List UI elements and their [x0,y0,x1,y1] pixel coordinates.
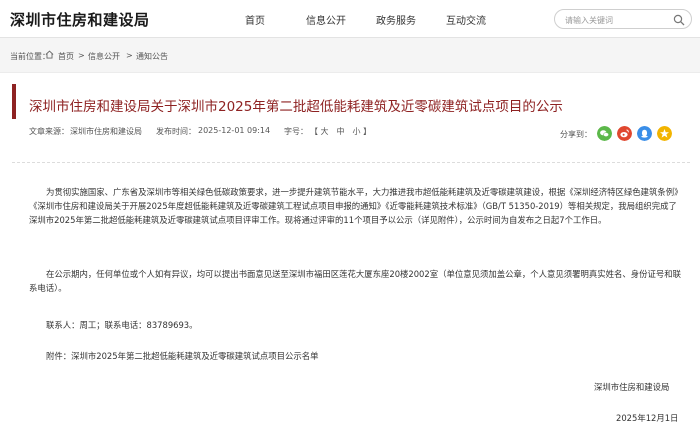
publish-time: 2025-12-01 09:14 [198,126,271,135]
nav-info-public[interactable]: 信息公开 [306,12,346,27]
contact-paragraph: 联系人：周工；联系电话：83789693。 [46,320,198,330]
breadcrumb: 当前位置： 首页 > 信息公开 > 通知公告 [0,38,700,73]
home-icon [45,50,54,59]
breadcrumb-separator: > [78,51,85,60]
site-logo-title[interactable]: 深圳市住房和建设局 [10,9,150,30]
share-label: 分享到： [560,130,592,139]
weibo-icon[interactable] [617,126,632,141]
search-input[interactable] [563,13,677,27]
meta-divider [12,162,690,163]
breadcrumb-info-public[interactable]: 信息公开 [88,51,120,62]
article-title: 深圳市住房和建设局关于深圳市2025年第二批超低能耗建筑及近零碳建筑试点项目的公… [29,99,563,115]
wechat-icon[interactable] [597,126,612,141]
font-size-label: 字号： [284,127,308,136]
body-paragraph: 在公示期内，任何单位或个人如有异议，均可以提出书面意见送至深圳市福田区莲花大厦东… [29,269,681,293]
attachment-paragraph[interactable]: 附件：深圳市2025年第二批超低能耗建筑及近零碳建筑试点项目公示名单 [29,349,681,363]
nav-home[interactable]: 首页 [245,12,265,27]
source-label: 文章来源： [29,127,69,136]
font-size-switcher[interactable]: 【 大 中 小 】 [310,126,371,137]
breadcrumb-home[interactable]: 首页 [58,51,74,62]
site-header: 深圳市住房和建设局 首页 信息公开 政务服务 互动交流 [0,0,700,38]
breadcrumb-notice[interactable]: 通知公告 [136,51,168,62]
breadcrumb-separator: > [126,51,133,60]
article-signer: 深圳市住房和建设局 [594,382,670,392]
search-box[interactable] [554,9,692,29]
article-source: 深圳市住房和建设局 [70,127,142,136]
article-date: 2025年12月1日 [616,413,679,423]
search-icon[interactable] [673,14,685,26]
qzone-icon[interactable] [657,126,672,141]
breadcrumb-label: 当前位置： [10,52,50,61]
qq-icon[interactable] [637,126,652,141]
nav-gov-service[interactable]: 政务服务 [376,12,416,27]
title-accent-bar [12,84,16,119]
nav-interaction[interactable]: 互动交流 [446,12,486,27]
body-paragraph: 为贯彻实施国家、广东省及深圳市等相关绿色低碳政策要求，进一步提升建筑节能水平，大… [29,187,679,225]
publish-time-label: 发布时间： [156,127,196,136]
